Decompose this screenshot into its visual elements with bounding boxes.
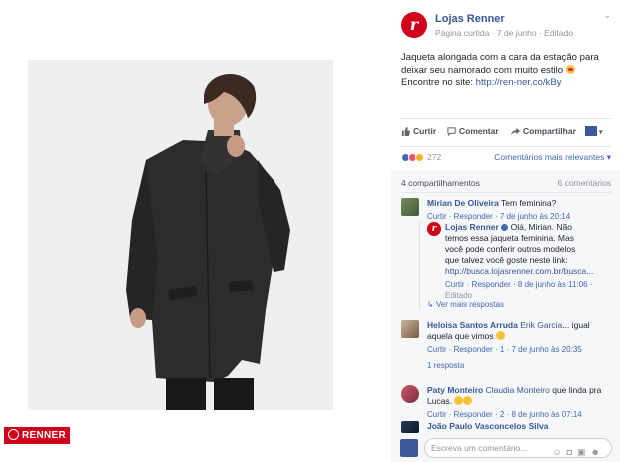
reactions-bar[interactable]: 272 Comentários mais relevantes ▾	[401, 152, 611, 166]
page-avatar[interactable]: r	[427, 222, 441, 236]
verified-badge-icon	[501, 224, 509, 231]
product-photo[interactable]	[28, 60, 333, 410]
divider	[401, 146, 611, 147]
post-header: r Lojas Renner Página curtida · 7 de jun…	[401, 10, 611, 42]
tagged-user[interactable]: Claudia Monteiro	[486, 385, 550, 395]
reply-link[interactable]: http://busca.lojasrenner.com.br/busca...	[445, 266, 593, 276]
avatar[interactable]	[401, 385, 419, 403]
like-button[interactable]: Curtir	[401, 126, 436, 136]
avatar[interactable]	[401, 198, 419, 216]
comment-meta[interactable]: Curtir · Responder · 2 · 8 de junho às 0…	[427, 409, 611, 420]
share-icon	[511, 127, 520, 136]
comments-count-link[interactable]: 6 comentários	[558, 178, 611, 188]
heart-eyes-emoji-icon	[565, 64, 575, 74]
more-replies-link[interactable]: Ver mais respostas	[436, 300, 504, 309]
reaction-count: 272	[427, 152, 442, 162]
commenter-name[interactable]: Heloisa Santos Arruda	[427, 320, 518, 330]
tagged-user[interactable]: Erik Garcia	[520, 320, 562, 330]
post-text-tail: Encontre no site:	[401, 77, 476, 88]
comment-meta-text[interactable]: Curtir · Responder · 1 · 7 de junho às 2…	[427, 345, 582, 354]
comment-item: João Paulo Vasconcelos Silva	[401, 421, 611, 433]
comment-meta-text[interactable]: Curtir · Responder · 7 de junho às 20:14	[427, 212, 570, 221]
commenter-name[interactable]: Mirian De Oliveira	[427, 198, 499, 208]
smile-emoji-icon	[463, 396, 473, 405]
chevron-down-icon[interactable]: ⌄	[603, 10, 611, 21]
gif-icon[interactable]: ▣	[577, 447, 591, 457]
comment-button[interactable]: Comentar	[447, 126, 499, 137]
reply-thread-line	[419, 221, 420, 310]
thumbs-up-icon	[401, 127, 411, 136]
comment-meta-text[interactable]: Curtir · Responder · 8 de junho às 11:06…	[445, 280, 592, 289]
photo-panel: RENNER	[0, 0, 391, 462]
commenter-name[interactable]: Paty Monteiro	[427, 385, 483, 395]
more-replies[interactable]: ↳ Ver mais respostas	[427, 299, 577, 310]
comment-icon	[447, 127, 456, 137]
photo-viewer: RENNER r Lojas Renner Página curtida · 7…	[0, 0, 620, 462]
post-actions: Curtir Comentar Compartilhar ▾	[401, 126, 611, 142]
share-label: Compartilhar	[523, 126, 576, 136]
emoji-icon[interactable]: ☺	[552, 447, 566, 457]
comment-label: Comentar	[459, 126, 499, 136]
model-in-jacket-image	[28, 60, 333, 410]
reply-arrow-icon: ↳	[427, 300, 436, 309]
shares-count-link[interactable]: 4 compartilhamentos	[401, 178, 480, 188]
chevron-down-icon: ▾	[597, 129, 603, 136]
replies-count[interactable]: 1 resposta	[427, 361, 464, 370]
commenter-name[interactable]: Lojas Renner	[445, 222, 499, 232]
page-avatar[interactable]: r	[401, 12, 427, 38]
smile-emoji-icon	[496, 331, 506, 340]
page-name-link[interactable]: Lojas Renner	[435, 13, 505, 25]
avatar[interactable]	[401, 421, 419, 433]
viewer-avatar-selector[interactable]: ▾	[585, 126, 602, 136]
comment-meta[interactable]: Curtir · Responder · 7 de junho às 20:14	[427, 211, 611, 222]
comment-meta[interactable]: Curtir · Responder · 1 · 7 de junho às 2…	[427, 344, 611, 355]
avatar	[585, 126, 597, 136]
engagement-stats: 4 compartilhamentos 6 comentários	[401, 178, 611, 188]
avatar	[400, 439, 418, 457]
comment-text: Tem feminina?	[501, 198, 557, 208]
composer-icons: ☺◘▣☻	[552, 443, 605, 461]
camera-icon[interactable]: ◘	[567, 447, 577, 457]
post-meta: Página curtida · 7 de junho · Editado	[435, 28, 573, 38]
commenter-name[interactable]: João Paulo Vasconcelos Silva	[427, 421, 548, 431]
share-button[interactable]: Compartilhar	[511, 126, 576, 136]
like-label: Curtir	[413, 126, 437, 136]
comment-composer: Escreva um comentário... ☺◘▣☻	[400, 438, 612, 458]
renner-r-icon	[8, 429, 19, 440]
renner-brand-logo: RENNER	[4, 427, 70, 444]
wow-reaction-icon	[415, 153, 424, 162]
post-text: Jaqueta alongada com a cara da estação p…	[401, 52, 613, 90]
sticker-icon[interactable]: ☻	[591, 447, 605, 457]
comment-meta-text[interactable]: Curtir · Responder · 2 · 8 de junho às 0…	[427, 410, 582, 419]
post-link[interactable]: http://ren-ner.co/kBy	[476, 77, 562, 88]
divider	[401, 118, 611, 119]
smile-emoji-icon	[454, 396, 464, 405]
comment-meta[interactable]: Curtir · Responder · 8 de junho às 11:06…	[445, 279, 592, 301]
comment-placeholder: Escreva um comentário...	[431, 443, 528, 453]
sort-label: Comentários mais relevantes	[494, 152, 605, 162]
avatar[interactable]	[401, 320, 419, 338]
replies-toggle[interactable]: 1 resposta	[427, 360, 611, 371]
brand-logo-text: RENNER	[22, 430, 67, 441]
divider	[401, 192, 611, 193]
comment-input[interactable]: Escreva um comentário... ☺◘▣☻	[424, 438, 612, 458]
comment-sort-dropdown[interactable]: Comentários mais relevantes ▾	[494, 152, 611, 163]
